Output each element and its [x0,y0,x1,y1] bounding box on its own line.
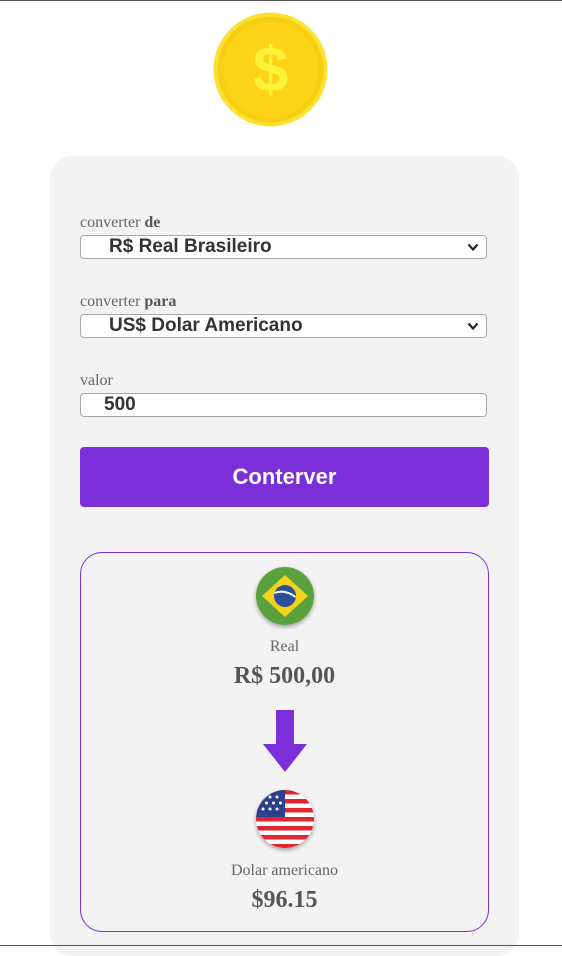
to-currency-selected: US$ Dolar Americano [109,315,303,336]
convert-button[interactable]: Conterver [80,447,489,507]
to-label: converter para [80,293,177,310]
from-currency-select[interactable]: R$ Real Brasileiro [80,235,487,259]
top-border [0,0,562,1]
dollar-coin-icon: $ [213,12,328,127]
usa-flag-icon [256,790,314,848]
to-currency-name: Dolar americano [230,862,339,879]
chevron-down-icon [467,243,479,252]
from-currency-value: R$ 500,00 [233,663,336,689]
from-currency-name: Real [269,638,300,655]
to-currency-value: $96.15 [251,887,318,913]
from-currency-selected: R$ Real Brasileiro [109,236,272,257]
value-label: valor [80,372,113,389]
arrow-down-icon [263,710,307,772]
value-input[interactable]: 500 [80,393,487,417]
chevron-down-icon [467,322,479,331]
brazil-flag-icon [256,567,314,625]
to-currency-select[interactable]: US$ Dolar Americano [80,314,487,338]
from-label: converter de [80,214,161,231]
svg-text:$: $ [253,33,289,105]
bottom-border [0,945,562,946]
